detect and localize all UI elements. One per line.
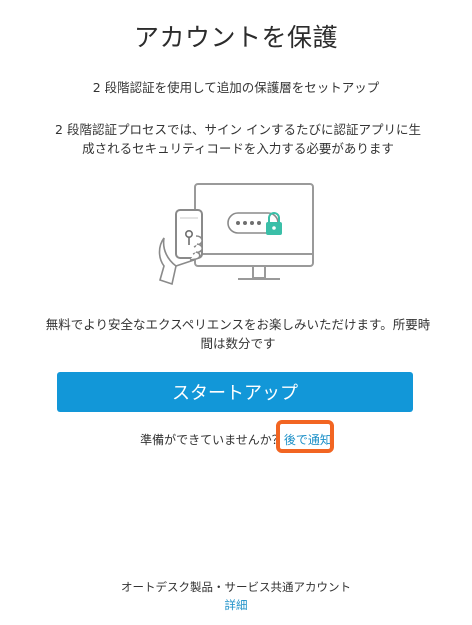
start-setup-button[interactable]: スタートアップ xyxy=(57,372,413,412)
footer-details-container: 詳細 xyxy=(0,597,472,613)
footer-account-text: オートデスク製品・サービス共通アカウント xyxy=(121,580,351,594)
remind-later-link[interactable]: 後で通知 xyxy=(284,433,332,447)
two-factor-description: 2 段階認証プロセスでは、サイン インするたびに認証アプリに生成されるセキュリテ… xyxy=(55,122,421,156)
page-title: アカウントを保護 xyxy=(133,23,338,52)
two-factor-illustration xyxy=(158,183,314,286)
two-factor-setup-page: アカウントを保護 2 段階認証を使用して追加の保護層をセットアップ 2 段階認証… xyxy=(0,0,472,625)
details-link[interactable]: 詳細 xyxy=(225,598,248,612)
not-ready-text: 準備ができていませんか？ xyxy=(140,433,284,447)
benefit-text: 無料でより安全なエクスペリエンスをお楽しみいただけます。所要時間は数分です xyxy=(45,317,431,351)
page-subtitle: 2 段階認証を使用して追加の保護層をセットアップ xyxy=(92,80,380,95)
remind-later-row: 準備ができていませんか？後で通知 xyxy=(0,431,472,448)
